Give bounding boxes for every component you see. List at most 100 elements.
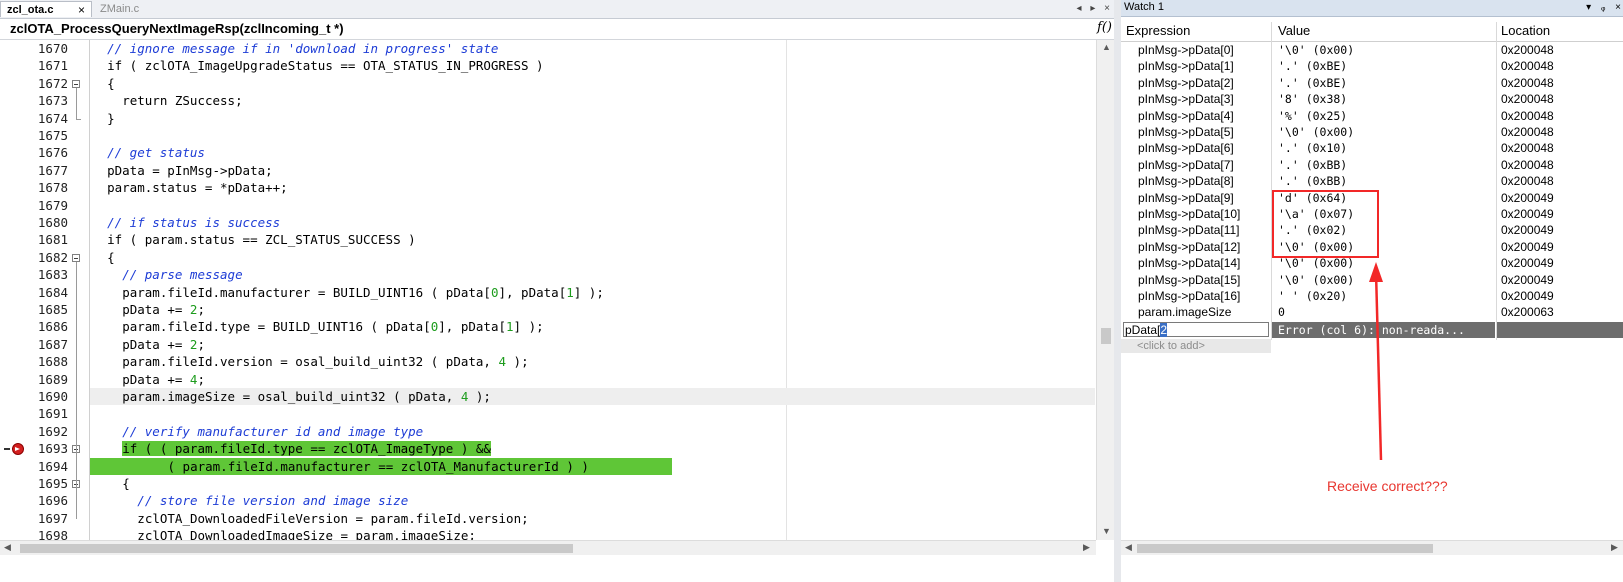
code-line[interactable]: pData += 2; — [122, 301, 205, 318]
code-text: param.imageSize = osal_build_uint32 ( pD… — [122, 389, 461, 404]
code-line[interactable]: if ( zclOTA_ImageUpgradeStatus == OTA_ST… — [107, 57, 544, 74]
scroll-left-icon[interactable]: ◀ — [4, 542, 11, 553]
close-icon[interactable]: × — [78, 2, 85, 18]
fold-guide — [76, 261, 77, 519]
breakpoint-icon[interactable] — [12, 443, 24, 456]
close-icon[interactable]: × — [1104, 3, 1110, 14]
code-text: return ZSuccess; — [122, 93, 243, 109]
code-comment: // verify manufacturer id and image type — [122, 423, 424, 439]
scrollbar-thumb[interactable] — [1101, 328, 1111, 344]
code-number: 1 — [506, 319, 514, 335]
code-line[interactable]: pData += 4; — [122, 371, 205, 388]
line-number: 1671 — [37, 58, 68, 74]
scroll-up-icon[interactable]: ▲ — [1102, 42, 1111, 52]
code-line[interactable]: if ( param.status == ZCL_STATUS_SUCCESS … — [107, 231, 416, 248]
horizontal-scrollbar[interactable]: ◀ ▶ — [0, 540, 1096, 555]
code-text: ( param.fileId.manufacturer == zclOTA_Ma… — [167, 458, 589, 474]
code-text: ; — [197, 302, 205, 317]
code-text: ] ); — [573, 284, 604, 300]
line-number: 1691 — [37, 406, 68, 422]
scrollbar-thumb[interactable] — [1137, 544, 1433, 553]
annotation-text: Receive correct??? — [1327, 478, 1448, 494]
editor-tab-bar: zcl_ota.c × ZMain.c ◂ ▸ × — [0, 0, 1114, 19]
code-line[interactable]: } — [107, 110, 115, 127]
code-text: if ( zclOTA_ImageUpgradeStatus == OTA_ST… — [107, 58, 544, 74]
annotation-arrow — [1369, 262, 1383, 461]
scroll-right-icon[interactable]: ▶ — [1611, 542, 1618, 553]
vertical-scrollbar[interactable]: ▲ ▼ — [1096, 40, 1114, 540]
code-comment: // if status is success — [107, 215, 281, 230]
code-line[interactable]: param.status = *pData++; — [107, 179, 288, 196]
line-number: 1678 — [37, 180, 68, 196]
scroll-down-icon[interactable]: ▼ — [1102, 526, 1111, 536]
line-number: 1674 — [37, 110, 68, 126]
fold-guide — [76, 453, 77, 467]
code-line[interactable]: if ( ( param.fileId.type == zclOTA_Image… — [122, 440, 491, 457]
line-number: 1670 — [37, 41, 68, 56]
code-text: ); — [468, 389, 491, 404]
code-text: ], pData[ — [498, 284, 567, 300]
code-text: pData = pInMsg->pData; — [107, 162, 273, 178]
code-line[interactable]: ( param.fileId.manufacturer == zclOTA_Ma… — [90, 457, 672, 475]
scroll-left-icon[interactable]: ◂ — [1077, 3, 1082, 14]
code-line[interactable]: // if status is success — [107, 214, 280, 231]
fold-guide — [76, 488, 77, 519]
scroll-right-icon[interactable]: ▸ — [1090, 3, 1095, 14]
code-line[interactable]: // store file version and image size — [137, 492, 408, 509]
function-list-icon[interactable]: f() — [1097, 20, 1112, 35]
code-line[interactable]: { — [107, 249, 115, 266]
code-line[interactable]: param.fileId.type = BUILD_UINT16 ( pData… — [122, 318, 543, 335]
line-number: 1683 — [37, 267, 68, 283]
tab-label: ZMain.c — [100, 3, 140, 15]
tab-label: zcl_ota.c — [7, 4, 54, 16]
code-line[interactable]: // parse message — [122, 266, 242, 283]
code-text: param.status = *pData++; — [107, 180, 288, 196]
function-name: zclOTA_ProcessQueryNextImageRsp(zclIncom… — [10, 21, 344, 36]
code-line[interactable]: pData = pInMsg->pData; — [107, 162, 273, 179]
code-text: param.fileId.version = osal_build_uint32… — [122, 354, 499, 370]
code-line[interactable]: { — [107, 75, 115, 92]
code-text: ; — [197, 336, 205, 352]
code-comment: // ignore message if in 'download in pro… — [107, 41, 499, 56]
line-number: 1673 — [37, 93, 68, 109]
code-text: { — [122, 476, 130, 491]
code-line[interactable]: zclOTA_DownloadedImageSize = param.image… — [137, 527, 476, 540]
code-line[interactable]: param.fileId.manufacturer = BUILD_UINT16… — [122, 284, 604, 301]
code-line[interactable]: // ignore message if in 'download in pro… — [107, 40, 498, 57]
pane-splitter[interactable] — [1114, 0, 1121, 582]
line-number: 1684 — [37, 284, 68, 300]
tab-zmain[interactable]: ZMain.c — [94, 1, 172, 17]
horizontal-scrollbar[interactable]: ◀ ▶ — [1121, 540, 1623, 555]
code-line[interactable]: zclOTA_DownloadedFileVersion = param.fil… — [137, 510, 528, 527]
line-number: 1688 — [37, 354, 68, 370]
tab-zcl-ota[interactable]: zcl_ota.c × — [0, 1, 92, 17]
code-text: ); — [506, 354, 529, 370]
scrollbar-thumb[interactable] — [20, 544, 573, 553]
line-number: 1675 — [37, 128, 68, 143]
code-line[interactable]: param.imageSize = osal_build_uint32 ( pD… — [90, 388, 1095, 406]
fold-toggle-icon[interactable] — [72, 253, 80, 262]
line-number: 1694 — [37, 458, 68, 474]
code-line[interactable]: pData += 2; — [122, 336, 205, 353]
code-line[interactable]: return ZSuccess; — [122, 92, 242, 109]
code-text: zclOTA_DownloadedFileVersion = param.fil… — [137, 510, 529, 526]
code-area[interactable]: // ignore message if in 'download in pro… — [90, 40, 1095, 540]
code-line[interactable]: // get status — [107, 144, 205, 161]
fold-toggle-icon[interactable] — [72, 79, 80, 88]
line-number: 1685 — [37, 302, 68, 317]
code-line[interactable]: { — [122, 475, 130, 492]
code-text: if ( ( param.fileId.type == zclOTA_Image… — [122, 441, 491, 457]
code-text: if ( param.status == ZCL_STATUS_SUCCESS … — [107, 232, 416, 248]
line-number-gutter[interactable]: 1670 1671 1672 1673 1674 1675 1676 1677 1678 1679… — [0, 40, 90, 543]
line-number: 1692 — [37, 423, 68, 439]
line-number: 1696 — [37, 493, 68, 509]
code-text: pData += — [122, 336, 190, 352]
code-editor[interactable]: zcl_ota.c × ZMain.c ◂ ▸ × zclOTA_Process… — [0, 0, 1114, 582]
scroll-right-icon[interactable]: ▶ — [1083, 542, 1090, 553]
scroll-left-icon[interactable]: ◀ — [1125, 542, 1132, 553]
line-number: 1686 — [37, 319, 68, 335]
line-number: 1677 — [37, 162, 68, 178]
code-text: ; — [197, 371, 205, 387]
code-line[interactable]: param.fileId.version = osal_build_uint32… — [122, 353, 528, 370]
code-line[interactable]: // verify manufacturer id and image type — [122, 423, 423, 440]
